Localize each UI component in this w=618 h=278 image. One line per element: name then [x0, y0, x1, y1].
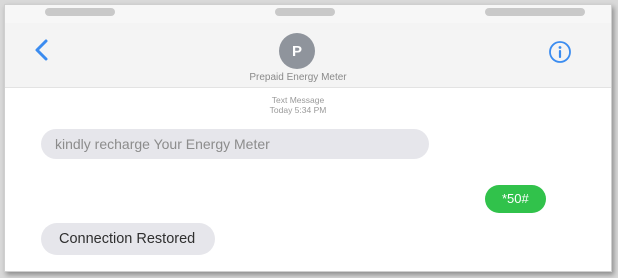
avatar[interactable]: P: [279, 33, 315, 69]
conversation-header: P Prepaid Energy Meter: [5, 23, 611, 88]
thread-header: Text Message Today 5:34 PM: [185, 95, 411, 115]
message-text: *50#: [502, 191, 529, 206]
message-timestamp: Today 5:34 PM: [269, 105, 327, 115]
contact-name[interactable]: Prepaid Energy Meter: [185, 72, 411, 83]
status-bar: [5, 5, 611, 23]
avatar-letter: P: [291, 42, 302, 60]
outgoing-message-bubble[interactable]: *50#: [485, 185, 546, 213]
status-time: [275, 8, 335, 16]
status-battery: [485, 8, 585, 16]
screenshot-frame: P Prepaid Energy Meter Text Message Toda…: [4, 4, 612, 272]
info-icon[interactable]: [547, 39, 573, 65]
message-text: Connection Restored: [59, 231, 196, 247]
chevron-left-icon[interactable]: [29, 37, 55, 63]
status-carrier: [45, 8, 115, 16]
message-type-label: Text Message: [271, 95, 325, 105]
incoming-message-bubble[interactable]: Connection Restored: [41, 223, 216, 255]
incoming-message-bubble[interactable]: kindly recharge Your Energy Meter: [41, 129, 429, 159]
message-text: kindly recharge Your Energy Meter: [55, 136, 270, 152]
